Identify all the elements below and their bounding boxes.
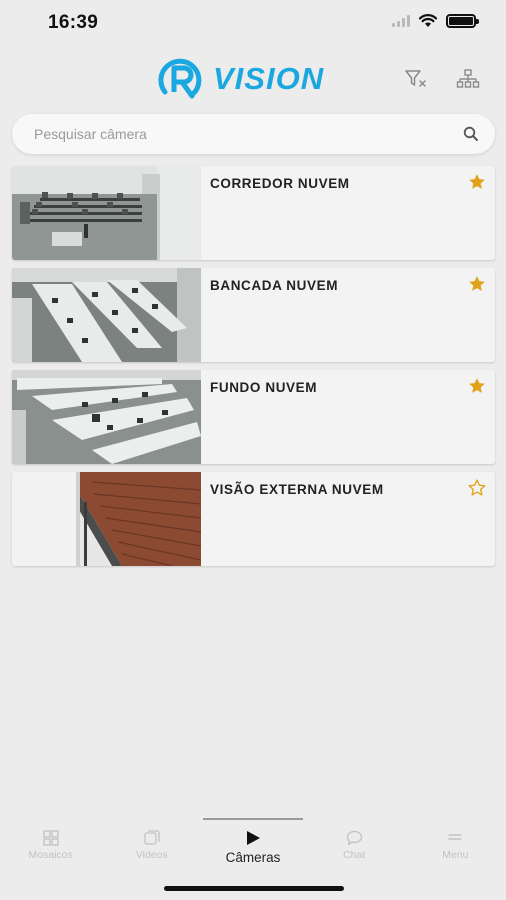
favorite-star-icon[interactable] (467, 172, 487, 192)
camera-card[interactable]: FUNDO NUVEM (12, 370, 495, 464)
camera-thumbnail[interactable] (12, 166, 201, 260)
nav-item-cameras[interactable]: Câmeras (202, 818, 303, 878)
vision-logo-icon (158, 58, 202, 99)
bottom-nav: Mosaicos Videos Câmeras Chat Menu (0, 818, 506, 878)
status-time: 16:39 (48, 12, 99, 33)
camera-list: CORREDOR NUVEM BANCADA NUVEM FUNDO NUVEM… (12, 166, 495, 574)
play-icon (246, 831, 260, 845)
camera-thumbnail[interactable] (12, 268, 201, 362)
camera-thumbnail[interactable] (12, 370, 201, 464)
favorite-star-icon[interactable] (467, 274, 487, 294)
camera-name: CORREDOR NUVEM (210, 176, 350, 191)
nav-item-videos[interactable]: Videos (101, 818, 202, 878)
signal-icon (392, 15, 410, 27)
app-header: VISION (0, 52, 506, 108)
search-icon[interactable] (463, 126, 479, 142)
filter-clear-icon (405, 70, 426, 87)
logo-text: VISION (213, 61, 325, 96)
hierarchy-button[interactable] (455, 66, 481, 92)
nav-label: Menu (442, 849, 469, 861)
camera-name: BANCADA NUVEM (210, 278, 339, 293)
wifi-icon (419, 14, 437, 27)
video-icon (144, 830, 160, 845)
chat-icon (346, 830, 362, 846)
favorite-star-outline-icon[interactable] (467, 478, 487, 498)
filter-clear-button[interactable] (403, 66, 429, 92)
nav-label: Chat (343, 849, 366, 861)
camera-name: VISÃO EXTERNA NUVEM (210, 482, 384, 497)
search-input[interactable] (34, 124, 434, 144)
menu-icon (448, 834, 463, 840)
nav-label: Câmeras (225, 850, 281, 865)
status-icons (392, 14, 479, 28)
vision-logo: VISION (155, 56, 324, 102)
battery-icon (446, 14, 479, 28)
camera-card[interactable]: CORREDOR NUVEM (12, 166, 495, 260)
grid-icon (42, 830, 59, 846)
camera-thumbnail[interactable] (12, 472, 201, 566)
nav-label: Videos (135, 849, 168, 861)
camera-card[interactable]: VISÃO EXTERNA NUVEM (12, 472, 495, 566)
nav-item-mosaicos[interactable]: Mosaicos (0, 818, 101, 878)
nav-item-menu[interactable]: Menu (405, 818, 506, 878)
hierarchy-icon (456, 69, 480, 88)
camera-name: FUNDO NUVEM (210, 380, 318, 395)
nav-label: Mosaicos (28, 849, 73, 861)
favorite-star-icon[interactable] (467, 376, 487, 396)
status-bar: 16:39 (0, 0, 506, 46)
search-bar[interactable] (12, 114, 495, 154)
nav-item-chat[interactable]: Chat (304, 818, 405, 878)
camera-card[interactable]: BANCADA NUVEM (12, 268, 495, 362)
home-indicator (164, 886, 344, 891)
